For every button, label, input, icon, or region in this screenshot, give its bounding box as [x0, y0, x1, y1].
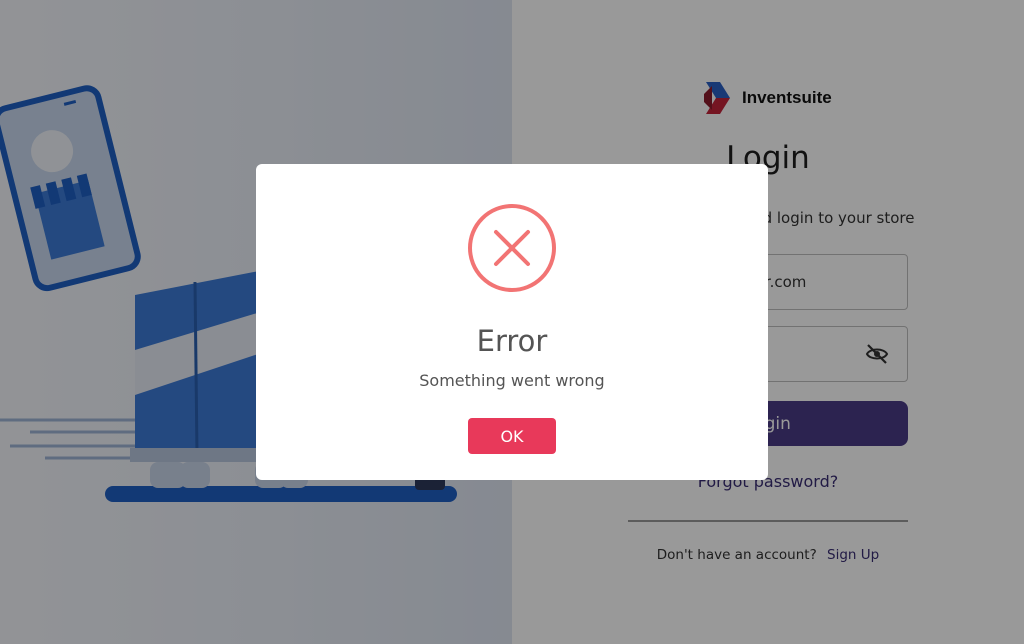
- dialog-message: Something went wrong: [419, 371, 605, 390]
- error-dialog: Error Something went wrong OK: [256, 164, 768, 480]
- error-x-icon: [468, 204, 556, 292]
- ok-button[interactable]: OK: [468, 418, 556, 454]
- dialog-title: Error: [476, 324, 548, 358]
